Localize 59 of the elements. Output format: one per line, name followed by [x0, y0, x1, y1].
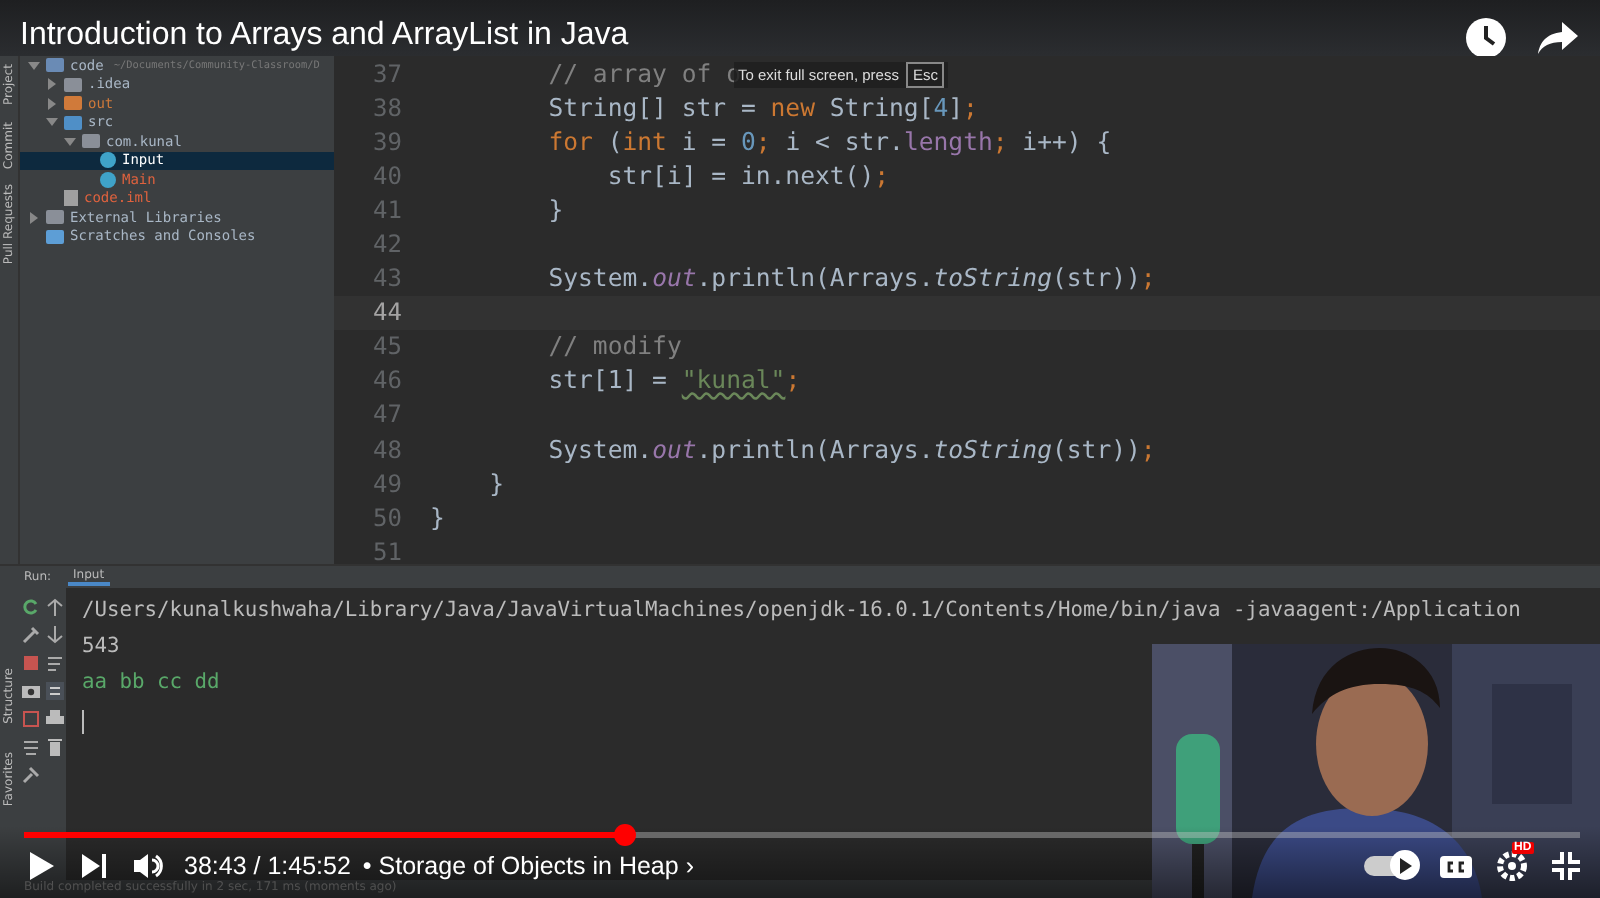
code-line: str[i] = in.next(); [605, 161, 890, 190]
line-number: 45 [371, 332, 402, 361]
up-arrow-icon[interactable] [45, 598, 63, 616]
chapter-title[interactable]: • Storage of Objects in Heap › [362, 852, 694, 880]
captions-button[interactable] [1440, 855, 1472, 877]
line-number: 51 [371, 537, 402, 566]
line-number: 42 [371, 230, 402, 259]
code-line: for (int i = 0; i < str.length; i++) { [546, 127, 1112, 156]
exit-fullscreen-icon[interactable] [1552, 852, 1580, 880]
console-line: 543 [82, 634, 122, 662]
code-line: // array of o [546, 59, 741, 88]
stop-icon[interactable] [21, 654, 39, 672]
print-icon[interactable] [45, 710, 63, 728]
volume-icon[interactable] [132, 852, 164, 880]
down-arrow-icon[interactable] [45, 626, 63, 644]
trash-icon[interactable] [45, 738, 63, 756]
wrench-icon[interactable] [21, 626, 39, 644]
caret-icon[interactable] [46, 97, 58, 110]
autoplay-toggle[interactable] [1364, 856, 1416, 876]
line-number: 40 [371, 161, 402, 190]
settings-icon[interactable] [1496, 850, 1528, 882]
line-number: 48 [371, 435, 402, 464]
layout-icon[interactable] [21, 710, 39, 728]
line-number: 46 [371, 366, 402, 395]
line-number: 50 [371, 503, 402, 532]
caret-icon[interactable] [46, 78, 58, 91]
line-number: 38 [371, 93, 402, 122]
captions-icon [1444, 859, 1468, 873]
share-icon[interactable] [1536, 20, 1580, 56]
line-number: 43 [371, 264, 402, 293]
caret-icon[interactable] [28, 59, 40, 72]
line-number: 37 [371, 59, 402, 88]
rerun-icon[interactable] [21, 598, 39, 616]
play-icon[interactable] [28, 850, 56, 882]
camera-icon[interactable] [21, 682, 39, 700]
code-line: } [487, 469, 505, 498]
line-number: 44 [371, 298, 402, 327]
clock-icon[interactable] [1464, 16, 1508, 60]
line-number: 39 [371, 127, 402, 156]
code-line: } [430, 503, 445, 532]
line-number: 49 [371, 469, 402, 498]
code-line: System.out.println(Arrays.toString(str)); [546, 435, 1156, 464]
next-icon[interactable] [80, 852, 108, 880]
code-line: } [546, 195, 564, 224]
caret-icon[interactable] [64, 135, 76, 148]
line-number: 41 [371, 195, 402, 224]
caret-icon[interactable] [46, 116, 58, 129]
file-icon [64, 190, 78, 207]
code-line: // modify [546, 332, 682, 361]
code-line: String[] str = new String[4]; [546, 93, 978, 122]
time-display: 38:43 / 1:45:52 [184, 852, 351, 880]
caret-icon[interactable] [28, 211, 40, 224]
console-line: /Users/kunalkushwaha/Library/Java/JavaVirtualMachines/openjdk-16.0.1/Contents/Home/bin/java -javaagent:/Application [82, 598, 1523, 626]
code-line: System.out.println(Arrays.toString(str)); [546, 264, 1156, 293]
console-line: aa bb cc dd [82, 670, 222, 698]
line-number: 47 [371, 400, 402, 429]
play-icon [1398, 857, 1412, 873]
code-line: str[1] = "kunal"; [546, 366, 801, 395]
scroll-end-icon[interactable] [45, 682, 63, 700]
